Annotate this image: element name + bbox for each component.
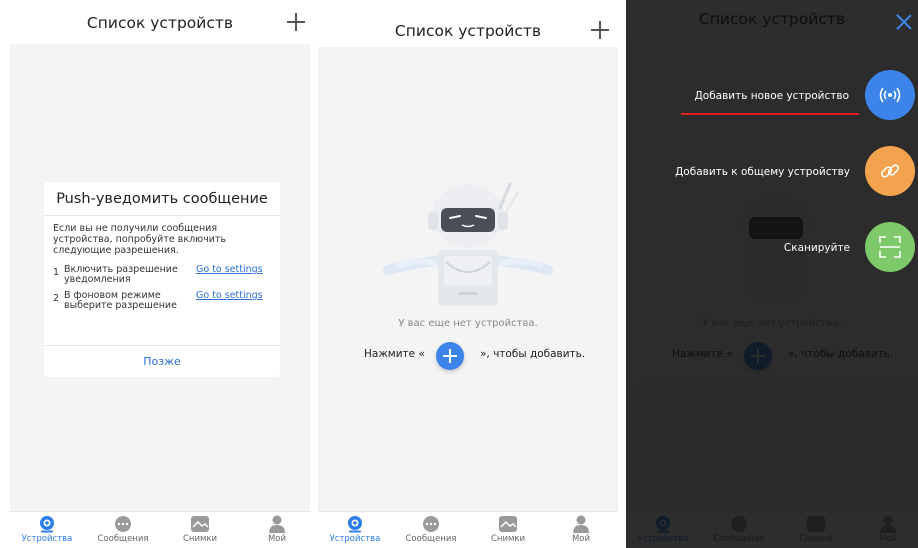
page-title: Список устройств <box>394 22 542 40</box>
bottom-navigation: Устройства Сообщения Снимки Мой <box>10 511 310 548</box>
wireless-signal-icon <box>879 87 901 103</box>
top-bar: Список устройств <box>10 0 310 44</box>
add-shared-device-button[interactable] <box>865 146 915 196</box>
add-device-plus-icon[interactable] <box>287 13 305 31</box>
close-icon[interactable] <box>896 14 912 30</box>
camera-icon <box>40 516 54 533</box>
tab-label: Снимки <box>490 534 526 544</box>
later-button[interactable]: Позже <box>44 355 280 368</box>
camera-icon <box>348 516 362 533</box>
tab-label: Устройства <box>329 534 381 544</box>
add-new-device-label[interactable]: Добавить новое устройство <box>695 90 849 102</box>
add-new-device-button[interactable] <box>865 70 915 120</box>
screen-push-dialog: Список устройств Push-уведомить сообщени… <box>10 0 310 548</box>
tab-devices[interactable]: Устройства <box>17 515 77 544</box>
tab-messages[interactable]: Сообщения <box>401 515 461 544</box>
dialog-title: Push-уведомить сообщение <box>56 191 268 207</box>
add-device-hint: Нажмите « », чтобы добавить. <box>318 342 618 370</box>
hint-prefix: Нажмите « <box>364 348 425 360</box>
add-device-plus-icon[interactable] <box>591 21 609 39</box>
no-devices-message: У вас еще нет устройства. <box>398 318 538 329</box>
tab-label: Сообщения <box>405 534 457 544</box>
picture-icon <box>499 516 517 532</box>
top-bar: Список устройств <box>318 0 618 47</box>
user-icon <box>573 515 589 533</box>
add-device-button[interactable] <box>436 342 464 370</box>
screen-empty-device-list: Список устройств У вас еще нет устройств… <box>318 0 618 548</box>
tab-label: Снимки <box>182 534 218 544</box>
push-permission-dialog: Push-уведомить сообщение Если вы не полу… <box>44 182 280 377</box>
tab-messages[interactable]: Сообщения <box>93 515 153 544</box>
bottom-navigation: Устройства Сообщения Снимки Мой <box>318 511 618 548</box>
permission-number: 2 <box>53 293 60 304</box>
tab-mine[interactable]: Мой <box>551 515 611 544</box>
permission-number: 1 <box>53 267 60 278</box>
tab-snapshots[interactable]: Снимки <box>170 515 230 544</box>
tab-snapshots[interactable]: Снимки <box>478 515 538 544</box>
user-icon <box>269 515 285 533</box>
tab-label: Мой <box>267 534 287 544</box>
dialog-message: Если вы не получили сообщения устройства… <box>53 223 227 256</box>
tab-mine[interactable]: Мой <box>247 515 307 544</box>
screen-add-menu: Список устройств У вас еще нет устройств… <box>626 0 918 548</box>
link-icon <box>880 164 900 178</box>
tab-label: Устройства <box>21 534 73 544</box>
scan-icon <box>879 236 901 258</box>
highlight-underline <box>681 113 859 115</box>
robot-empty-illustration-icon <box>383 182 553 306</box>
chat-bubble-icon <box>115 516 131 532</box>
picture-icon <box>191 516 209 532</box>
tab-label: Сообщения <box>97 534 149 544</box>
go-to-settings-link[interactable]: Go to settings <box>196 265 263 275</box>
scan-label[interactable]: Сканируйте <box>784 242 850 254</box>
tab-devices[interactable]: Устройства <box>325 515 385 544</box>
page-title: Список устройств <box>86 14 234 32</box>
permission-text: Включить разрешение уведомления <box>64 264 178 285</box>
hint-suffix: », чтобы добавить. <box>480 348 586 360</box>
permission-text: В фоновом режиме выберите разрешение <box>64 290 177 311</box>
add-shared-device-label[interactable]: Добавить к общему устройству <box>675 166 850 178</box>
chat-bubble-icon <box>423 516 439 532</box>
dialog-divider <box>44 345 280 346</box>
go-to-settings-link[interactable]: Go to settings <box>196 291 263 301</box>
dialog-divider <box>44 215 280 216</box>
scan-button[interactable] <box>865 222 915 272</box>
tab-label: Мой <box>571 534 591 544</box>
